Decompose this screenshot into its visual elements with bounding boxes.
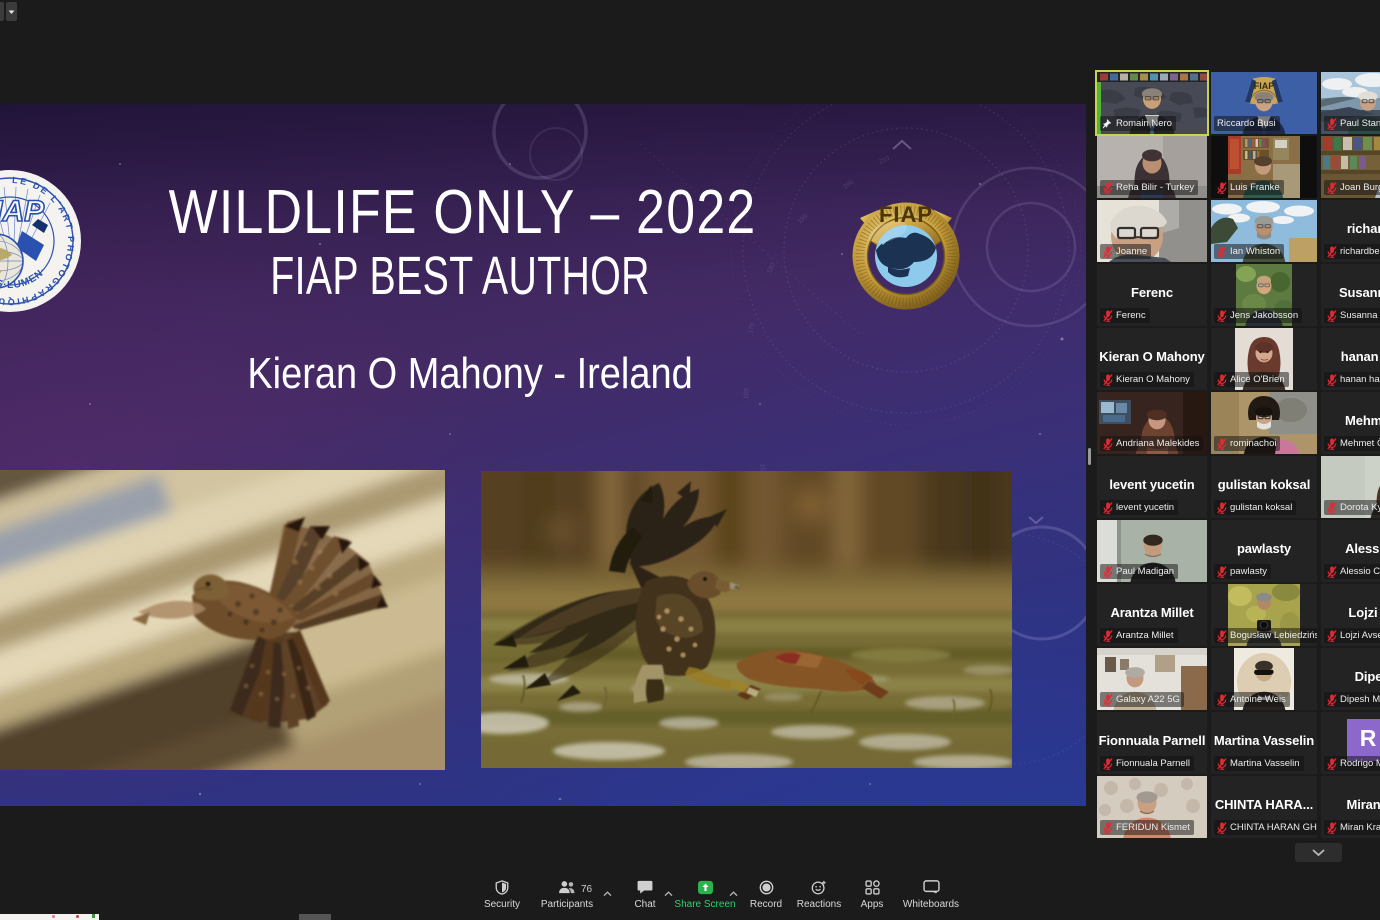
svg-text:210: 210 (878, 155, 891, 166)
svg-text:170: 170 (747, 322, 757, 335)
svg-text:FIAP: FIAP (1254, 81, 1275, 91)
